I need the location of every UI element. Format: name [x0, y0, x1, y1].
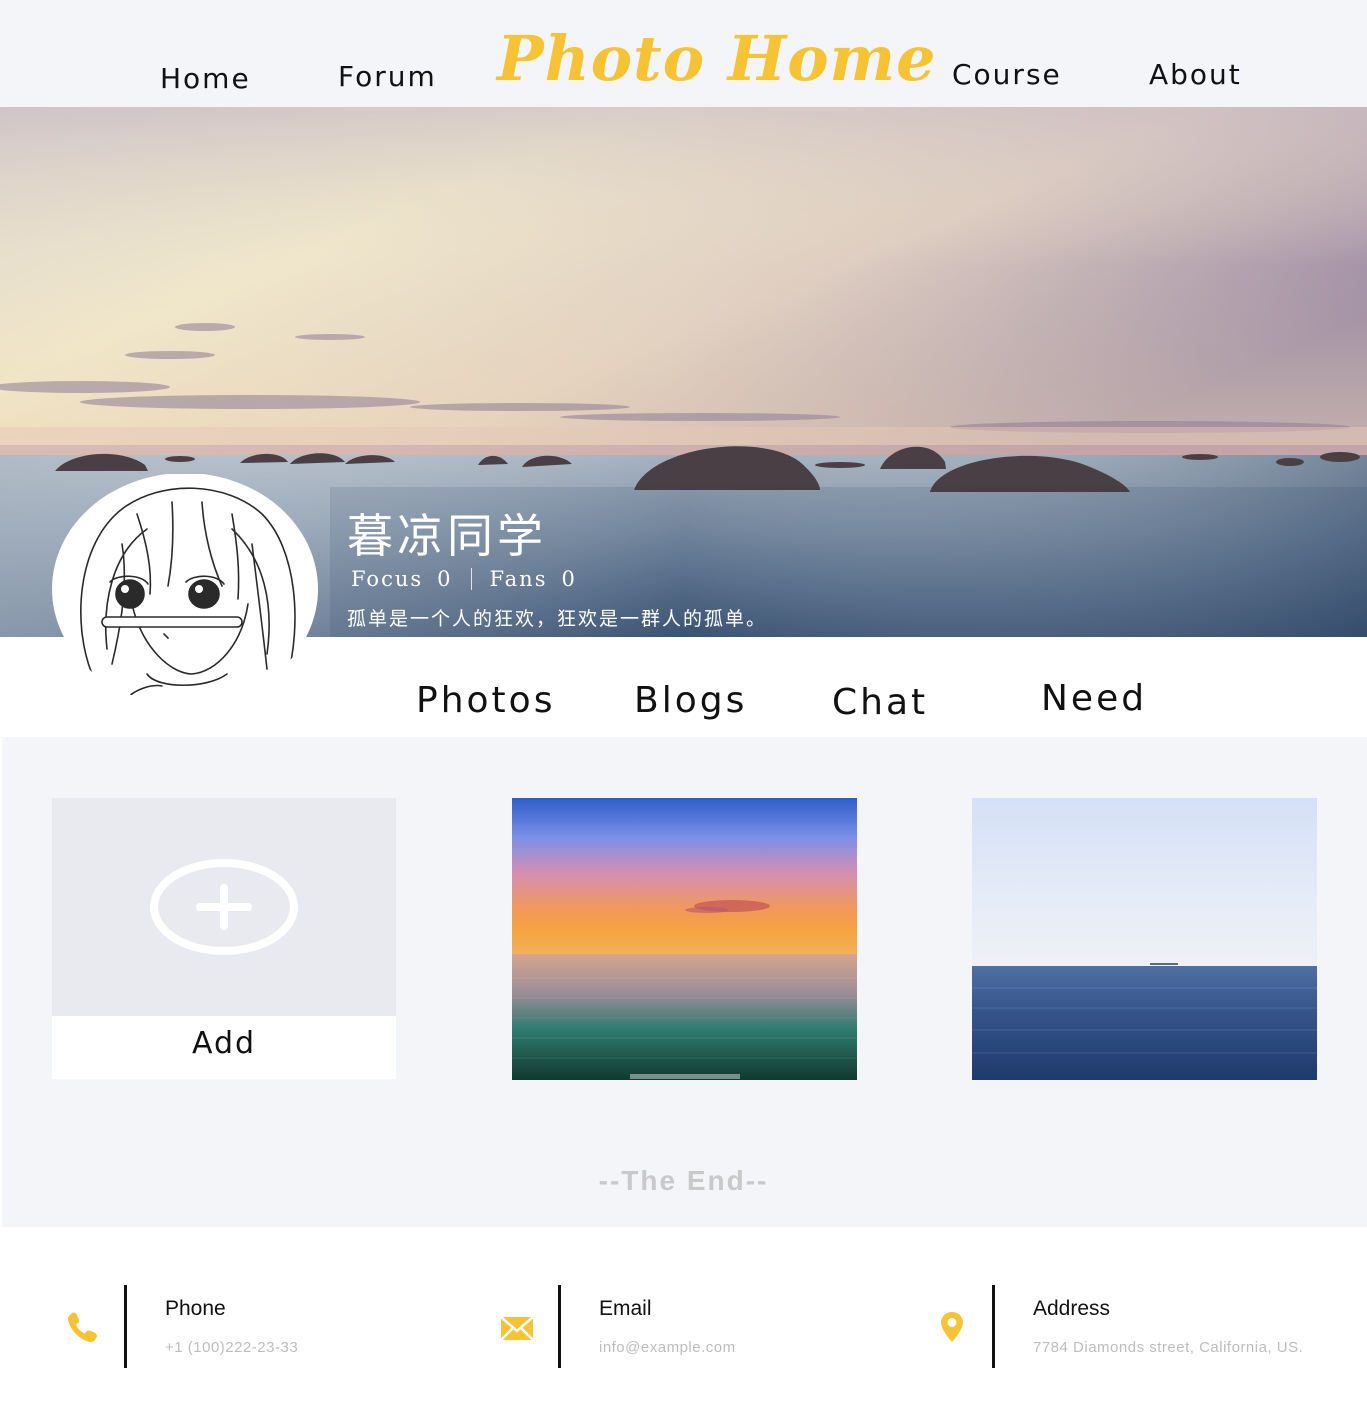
phone-icon: [68, 1312, 97, 1342]
site-logo[interactable]: Photo Home: [497, 22, 937, 95]
tab-chat[interactable]: Chat: [832, 682, 928, 723]
email-title: Email: [599, 1297, 652, 1320]
photo-open-sea[interactable]: [972, 798, 1317, 1080]
address-title: Address: [1033, 1297, 1111, 1320]
phone-value[interactable]: +1 (100)222-23-33: [165, 1339, 298, 1356]
nav-about[interactable]: About: [1149, 58, 1242, 91]
add-photo-card[interactable]: Add: [52, 798, 396, 1079]
map-pin-icon: [941, 1312, 963, 1342]
add-photo-label: Add: [191, 1026, 257, 1061]
add-circle-icon: [150, 859, 298, 955]
address-divider: [992, 1285, 995, 1368]
profile-stats: Focus 0 Fans 0: [351, 567, 577, 591]
focus-label[interactable]: Focus: [351, 567, 423, 591]
tab-need[interactable]: Need: [1041, 678, 1147, 719]
site-header: Home Forum Photo Home Course About: [0, 0, 1367, 107]
stats-divider: [470, 568, 472, 590]
nav-course[interactable]: Course: [952, 58, 1062, 91]
fans-count: 0: [561, 567, 577, 591]
avatar[interactable]: [52, 474, 318, 704]
fans-label[interactable]: Fans: [490, 567, 548, 591]
focus-count: 0: [437, 567, 453, 591]
photo-sunset-sea[interactable]: [512, 798, 857, 1080]
phone-title: Phone: [165, 1297, 226, 1320]
nav-home[interactable]: Home: [160, 62, 251, 95]
end-of-list-text: --The End--: [598, 1165, 769, 1196]
email-value[interactable]: info@example.com: [599, 1339, 736, 1356]
tab-photos[interactable]: Photos: [416, 680, 555, 721]
phone-divider: [124, 1285, 127, 1368]
profile-name: 暮凉同学: [347, 509, 547, 563]
envelope-icon: [500, 1316, 534, 1341]
email-divider: [558, 1285, 561, 1368]
profile-motto: 孤单是一个人的狂欢，狂欢是一群人的孤单。: [347, 608, 768, 630]
address-value: 7784 Diamonds street, California, US.: [1033, 1339, 1304, 1356]
tab-blogs[interactable]: Blogs: [634, 680, 747, 721]
nav-forum[interactable]: Forum: [338, 60, 437, 93]
add-photo-area[interactable]: [52, 798, 396, 1016]
